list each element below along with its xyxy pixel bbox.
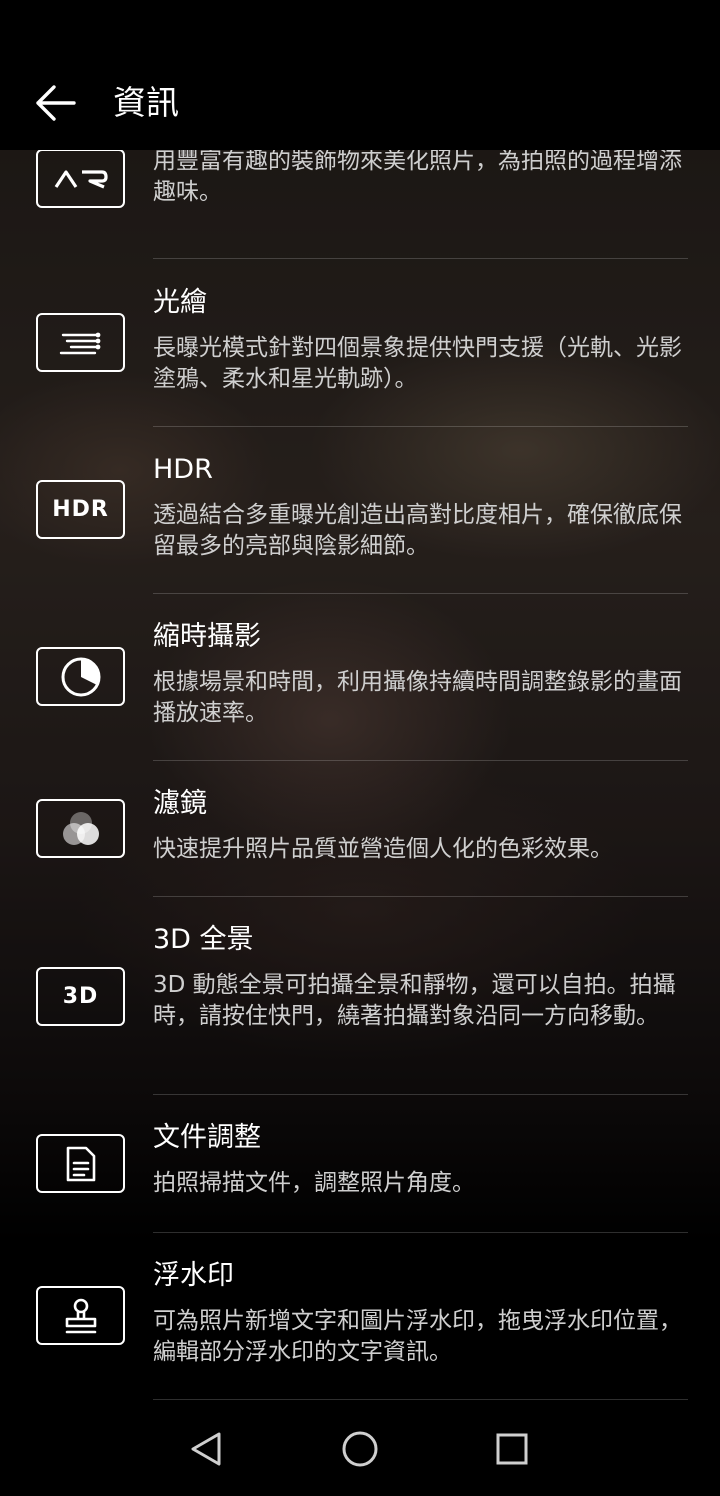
list-item-desc: 拍照掃描文件，調整照片角度。: [153, 1170, 475, 1196]
nav-back-icon: [191, 1432, 221, 1466]
back-button[interactable]: [30, 78, 80, 128]
list-item-desc: 用豐富有趣的裝飾物來美化照片，為拍照的過程增添趣味。: [153, 150, 682, 205]
hdr-icon: HDR: [36, 480, 125, 539]
divider: [153, 1094, 688, 1095]
3d-icon: 3D: [36, 967, 125, 1026]
list-item-title: 3D 全景: [153, 924, 254, 955]
filter-icon: [36, 799, 125, 858]
divider: [153, 593, 688, 594]
nav-back-button[interactable]: [181, 1424, 231, 1474]
document-icon: [36, 1134, 125, 1193]
nav-recents-button[interactable]: [487, 1424, 537, 1474]
time-lapse-icon: [36, 647, 125, 706]
ar-icon: [36, 150, 125, 208]
divider: [153, 258, 688, 259]
divider: [153, 426, 688, 427]
list-item-desc: 可為照片新增文字和圖片浮水印，拖曳浮水印位置，編輯部分浮水印的文字資訊。: [153, 1308, 682, 1365]
mode-info-list: 用豐富有趣的裝飾物來美化照片，為拍照的過程增添趣味。 光繪 長曝光模式針對四個景: [0, 150, 720, 1400]
arrow-left-icon: [36, 85, 76, 121]
page-title: 資訊: [113, 83, 179, 122]
divider: [153, 1232, 688, 1233]
screen: 資訊 用豐富有趣的裝飾物來美化照片，為拍照的過程增添趣味。 光繪 長曝光模式針對…: [0, 0, 720, 1496]
nav-home-icon: [342, 1431, 378, 1467]
light-trails-icon: [36, 313, 125, 372]
stamp-icon: [36, 1286, 125, 1345]
list-item-title: HDR: [153, 454, 213, 485]
nav-home-button[interactable]: [335, 1424, 385, 1474]
divider: [153, 760, 688, 761]
app-bar: 資訊: [0, 0, 720, 150]
list-item-desc: 根據場景和時間，利用攝像持續時間調整錄影的畫面播放速率。: [153, 669, 682, 726]
list-item-desc: 快速提升照片品質並營造個人化的色彩效果。: [153, 836, 613, 862]
list-item-title: 文件調整: [153, 1122, 261, 1153]
list-item-desc: 3D 動態全景可拍攝全景和靜物，還可以自拍。拍攝時，請按住快門，繞著拍攝對象沿同…: [153, 972, 676, 1029]
list-item-title: 濾鏡: [153, 788, 207, 819]
list-item-desc: 長曝光模式針對四個景象提供快門支援（光軌、光影塗鴉、柔水和星光軌跡）。: [153, 335, 682, 392]
list-item-title: 縮時攝影: [153, 621, 261, 652]
nav-recents-icon: [496, 1433, 528, 1465]
list-item-title: 浮水印: [153, 1260, 234, 1291]
list-item-desc: 透過結合多重曝光創造出高對比度相片，確保徹底保留最多的亮部與陰影細節。: [153, 502, 682, 559]
list-item-title: 光繪: [153, 287, 207, 318]
system-navigation-bar: [0, 1400, 720, 1496]
divider: [153, 896, 688, 897]
